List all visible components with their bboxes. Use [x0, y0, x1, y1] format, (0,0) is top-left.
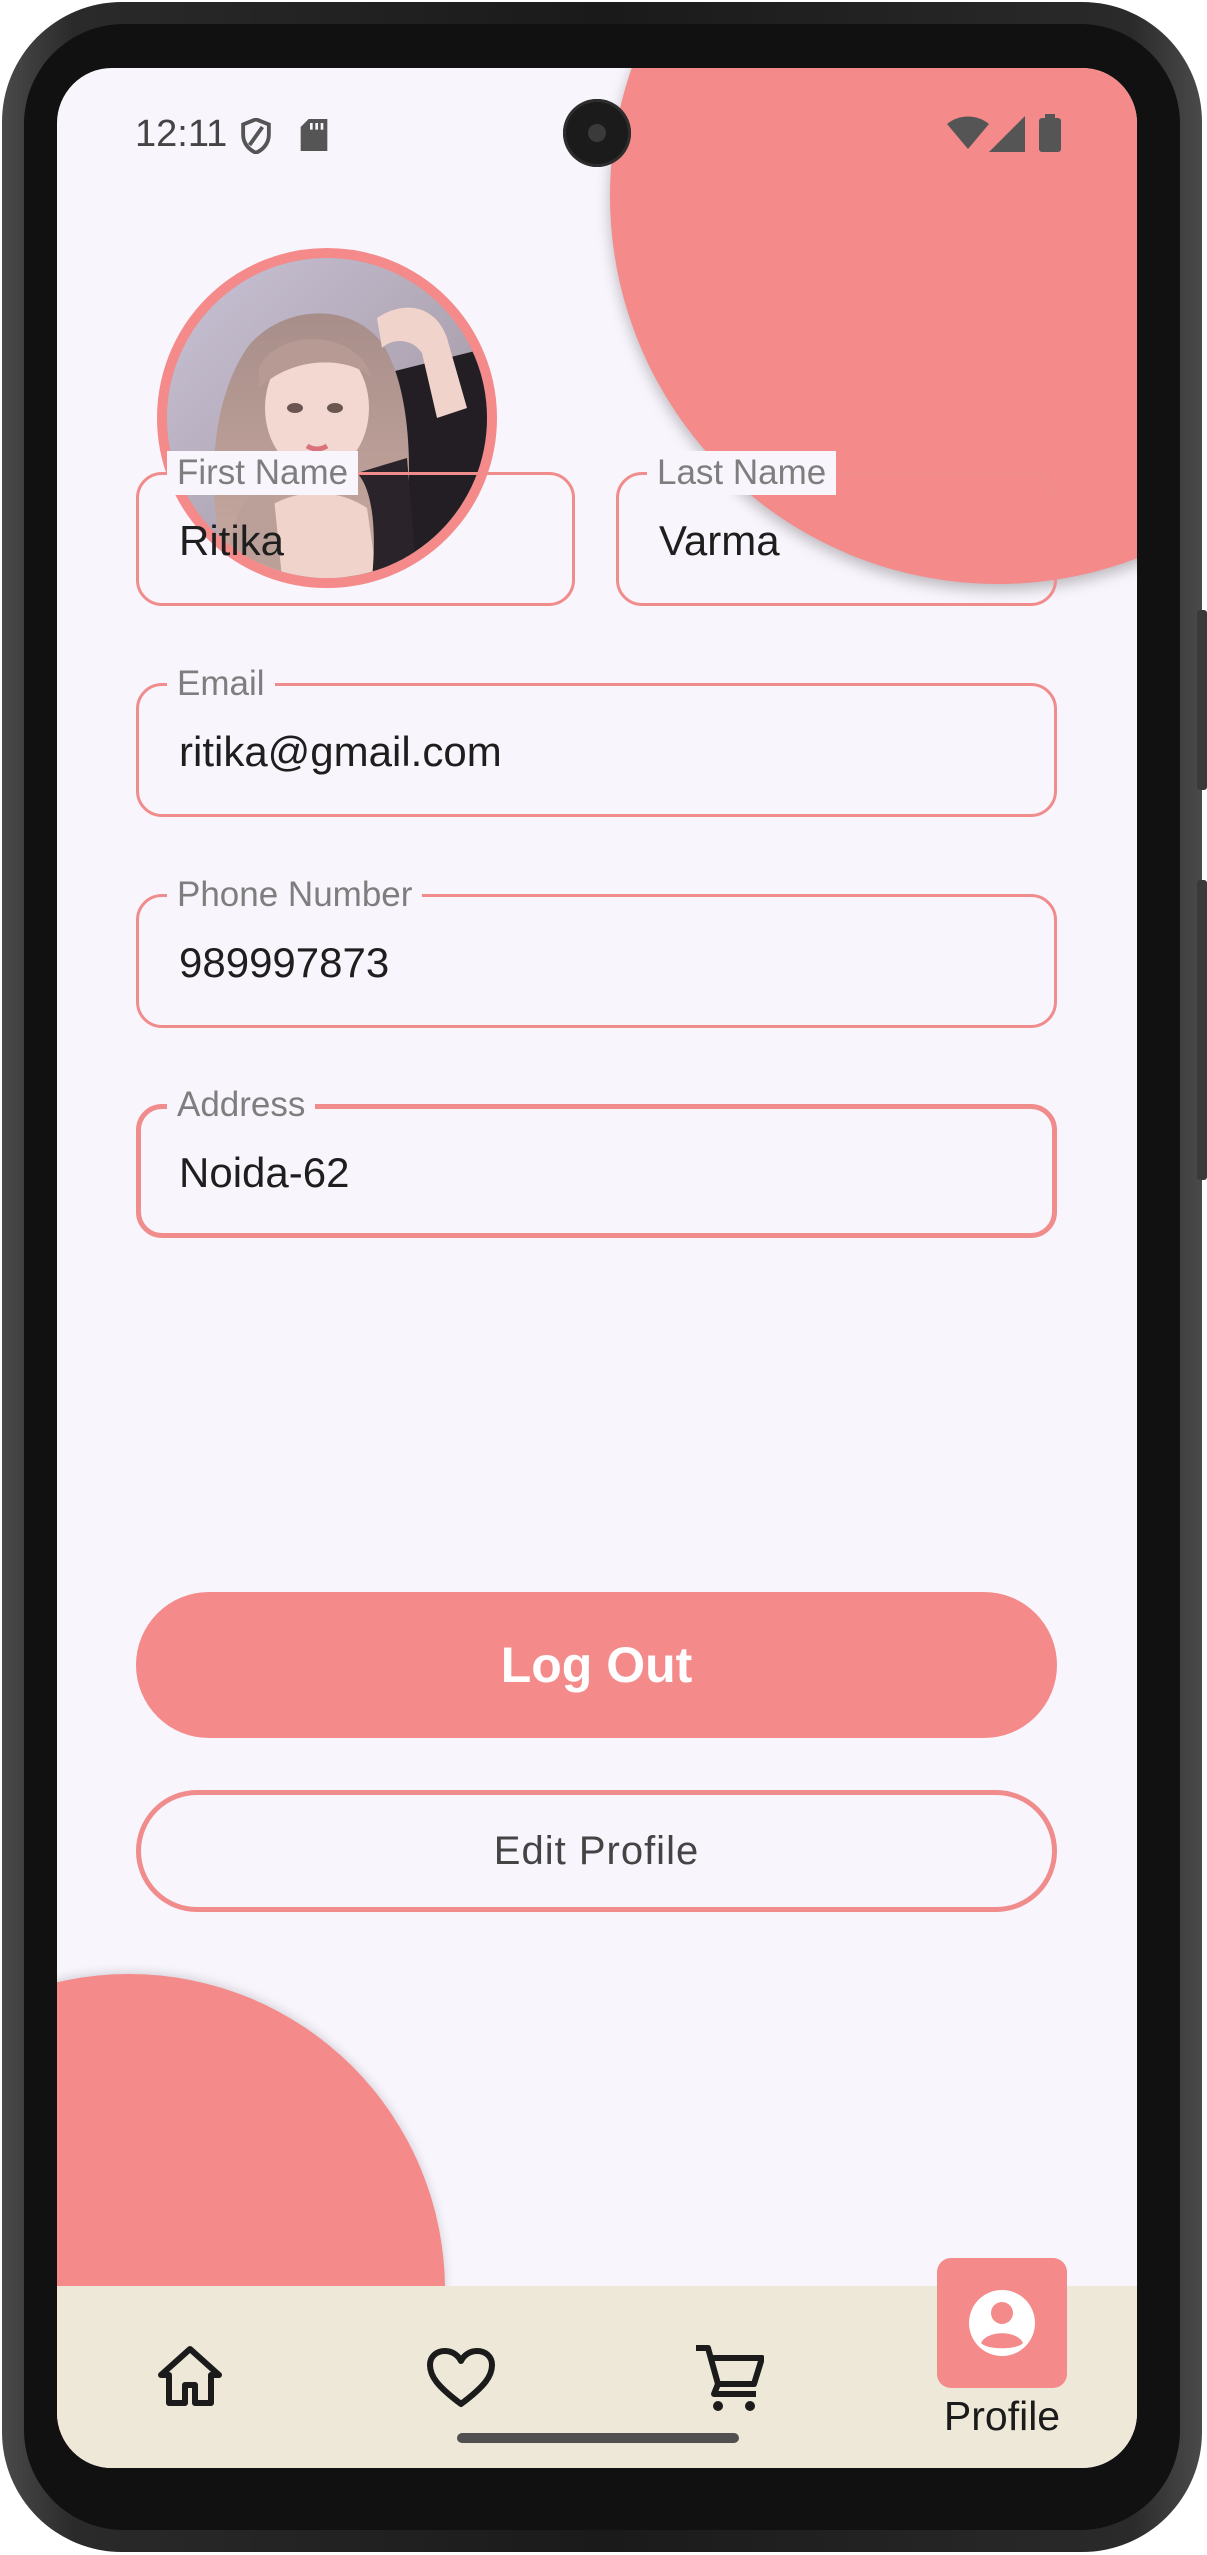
battery-icon: [1039, 114, 1061, 157]
logout-button[interactable]: Log Out: [136, 1592, 1057, 1738]
edit-profile-button[interactable]: Edit Profile: [136, 1790, 1057, 1912]
wifi-icon: [947, 116, 989, 155]
first-name-value[interactable]: Ritika: [179, 517, 284, 565]
heart-icon: [427, 2348, 495, 2407]
app-screen: 12:11 First Name Ritika Last Name Varma …: [57, 68, 1137, 2468]
power-button: [1197, 880, 1207, 1180]
address-field[interactable]: Address Noida-62: [136, 1083, 1057, 1238]
volume-button: [1197, 610, 1207, 790]
phone-number-value[interactable]: 989997873: [179, 939, 389, 987]
address-label: Address: [167, 1083, 316, 1127]
last-name-field[interactable]: Last Name Varma: [616, 451, 1057, 606]
first-name-label: First Name: [167, 451, 359, 495]
nav-favorites[interactable]: [427, 2348, 495, 2413]
front-camera: [563, 99, 631, 167]
shield-icon: [240, 117, 272, 159]
status-bar: 12:11: [57, 68, 1137, 200]
nav-cart[interactable]: [694, 2344, 765, 2417]
first-name-field[interactable]: First Name Ritika: [136, 451, 575, 606]
gesture-home-bar[interactable]: [457, 2433, 739, 2443]
phone-number-label: Phone Number: [167, 873, 423, 917]
nav-home[interactable]: [157, 2345, 223, 2412]
cart-icon: [696, 2345, 765, 2411]
email-value[interactable]: ritika@gmail.com: [179, 728, 502, 776]
email-label: Email: [167, 662, 275, 706]
last-name-label: Last Name: [647, 451, 837, 495]
nav-profile[interactable]: [937, 2258, 1067, 2388]
home-icon: [158, 2346, 222, 2406]
email-field[interactable]: Email ritika@gmail.com: [136, 662, 1057, 817]
phone-number-field[interactable]: Phone Number 989997873: [136, 873, 1057, 1028]
account-icon: [969, 2290, 1035, 2356]
last-name-value[interactable]: Varma: [659, 517, 780, 565]
sd-card-icon: [300, 119, 328, 156]
signal-icon: [989, 116, 1025, 157]
nav-profile-label[interactable]: Profile: [937, 2393, 1067, 2440]
status-time: 12:11: [135, 113, 228, 155]
address-value[interactable]: Noida-62: [179, 1149, 349, 1197]
device-frame: 12:11 First Name Ritika Last Name Varma …: [0, 0, 1207, 2555]
